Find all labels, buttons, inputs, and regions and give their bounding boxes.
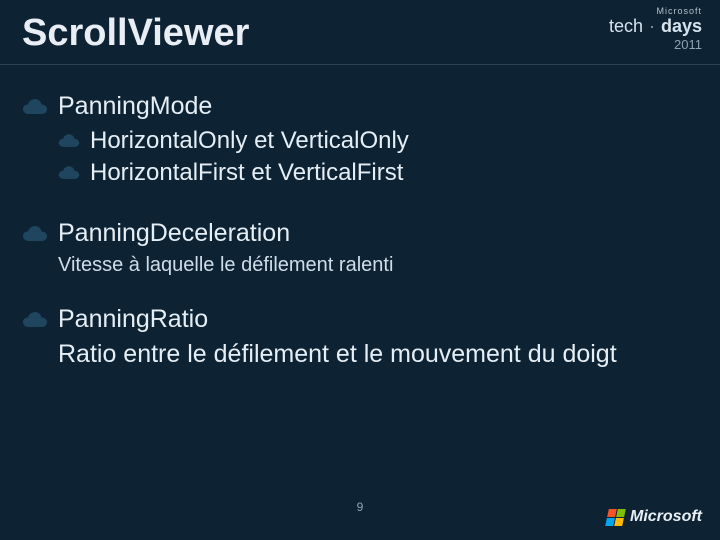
footer-logo: Microsoft xyxy=(607,508,702,526)
slide: ScrollViewer Microsoft tech · days 2011 … xyxy=(0,0,720,540)
slide-body: PanningMode HorizontalOnly et VerticalOn… xyxy=(22,86,690,369)
title-divider xyxy=(0,64,720,65)
microsoft-small-label: Microsoft xyxy=(609,6,702,16)
panning-ratio-desc: Ratio entre le défilement et le mouvemen… xyxy=(58,340,678,369)
panning-deceleration-desc: Vitesse à laquelle le défilement ralenti xyxy=(58,254,690,277)
panning-mode-heading: PanningMode xyxy=(58,92,212,121)
header-brand: Microsoft tech · days 2011 xyxy=(609,6,702,52)
techdays-days-label: days xyxy=(661,16,702,37)
cloud-icon xyxy=(58,134,80,148)
panning-mode-sub2: HorizontalFirst et VerticalFirst xyxy=(90,159,403,187)
slide-title: ScrollViewer xyxy=(22,12,249,55)
microsoft-flag-icon xyxy=(605,509,626,526)
dot-icon: · xyxy=(649,16,655,37)
techdays-tech-label: tech xyxy=(609,16,643,37)
microsoft-footer-label: Microsoft xyxy=(630,508,702,526)
cloud-icon xyxy=(22,99,48,115)
cloud-icon xyxy=(22,226,48,242)
cloud-icon xyxy=(58,166,80,180)
techdays-year-label: 2011 xyxy=(609,37,702,52)
cloud-icon xyxy=(22,312,48,328)
panning-mode-sub1: HorizontalOnly et VerticalOnly xyxy=(90,127,409,155)
panning-ratio-heading: PanningRatio xyxy=(58,305,208,334)
panning-deceleration-heading: PanningDeceleration xyxy=(58,219,290,248)
